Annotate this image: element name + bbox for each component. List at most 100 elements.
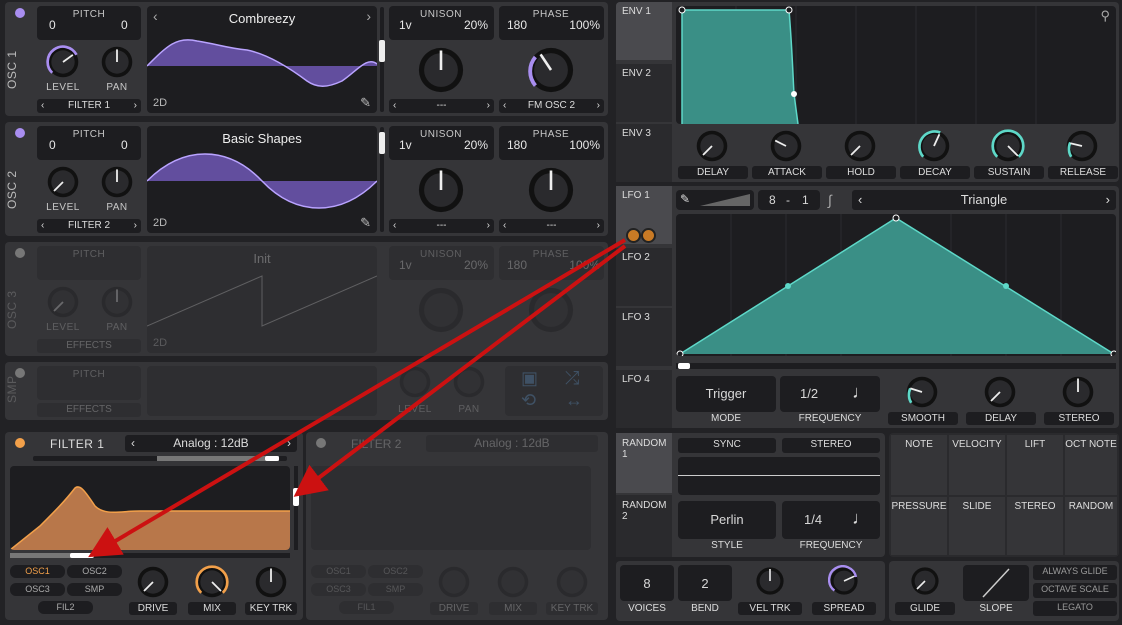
lfo-shape-select[interactable]: ‹ Triangle › (852, 190, 1116, 210)
filter2-mix-knob[interactable] (495, 564, 531, 600)
filter2-keytrack-knob[interactable] (554, 564, 590, 600)
lfo-stereo-knob[interactable] (1060, 374, 1096, 410)
envelope-display[interactable]: ⚲ (676, 6, 1116, 124)
search-icon[interactable]: ⚲ (1100, 8, 1110, 24)
osc3-unison-detune[interactable]: 20% (464, 258, 488, 272)
lfo-grid-size[interactable]: 8 - 1 (758, 190, 820, 210)
env-sustain-knob[interactable] (990, 128, 1026, 164)
osc2-pitch-box[interactable]: PITCH 0 0 (37, 126, 141, 160)
osc1-wavetable-display[interactable]: ‹ Combreezy › 2D ✎ (147, 6, 377, 113)
bounce-icon[interactable]: ↔ (565, 390, 583, 411)
osc2-phase-knob[interactable] (525, 164, 577, 216)
osc3-wavetable-name[interactable]: Init (147, 251, 377, 266)
lfo-grid-y[interactable]: 1 (802, 193, 809, 207)
mod-lift[interactable]: LIFT (1007, 435, 1063, 495)
smooth-curve-icon[interactable]: ∫ (828, 192, 832, 208)
random-display[interactable] (678, 457, 880, 495)
mod-pressure[interactable]: PRESSURE (891, 497, 947, 555)
paint-pattern-icon[interactable] (700, 194, 750, 206)
slope-display[interactable] (963, 565, 1029, 601)
osc2-phase-random[interactable]: 100% (569, 138, 600, 152)
filter2-model-select[interactable]: Analog : 12dB (426, 435, 598, 452)
env-release-knob[interactable] (1064, 128, 1100, 164)
osc2-unison-voices[interactable]: 1v (399, 138, 412, 152)
osc3-pan-knob[interactable] (99, 284, 135, 320)
random1-tab[interactable]: RANDOM 1 (616, 433, 672, 493)
sample-display[interactable] (147, 366, 377, 416)
lfo1-drag-icon[interactable] (626, 228, 660, 244)
osc3-phase-box[interactable]: PHASE 180 100% (499, 246, 604, 280)
osc1-phase-box[interactable]: PHASE 180 100% (499, 6, 604, 40)
lfo-mode-select[interactable]: Trigger (676, 376, 776, 412)
osc1-phase-random[interactable]: 100% (569, 18, 600, 32)
osc3-destination-select[interactable]: EFFECTS (37, 339, 141, 353)
osc2-phase-dest[interactable]: ‹ --- › (499, 219, 604, 233)
osc2-level-knob[interactable] (45, 164, 81, 200)
glide-knob[interactable] (909, 565, 941, 597)
mod-slide[interactable]: SLIDE (949, 497, 1005, 555)
filter1-power-button[interactable] (15, 438, 25, 448)
osc2-wavetable-name[interactable]: Basic Shapes (147, 131, 377, 146)
always-glide-button[interactable]: ALWAYS GLIDE (1033, 565, 1117, 580)
osc1-phase-value[interactable]: 180 (507, 18, 527, 32)
filter2-osc1-button[interactable]: OSC1 (311, 565, 366, 578)
osc3-phase-knob[interactable] (525, 284, 577, 336)
lfo-grid-x[interactable]: 8 (769, 193, 776, 207)
sample-options[interactable]: ▣ ⤮ ⟲ ↔ (505, 366, 603, 416)
env2-tab[interactable]: ENV 2 (616, 64, 672, 122)
loop-icon[interactable]: ⟲ (521, 390, 536, 411)
pencil-icon[interactable]: ✎ (360, 215, 371, 231)
random-frequency-select[interactable]: 1/4 ♩ (782, 501, 880, 539)
lfo-display[interactable] (676, 214, 1116, 356)
osc2-unison-box[interactable]: UNISON 1v 20% (389, 126, 494, 160)
spread-knob[interactable] (828, 565, 860, 597)
filter1-model-select[interactable]: ‹ Analog : 12dB › (125, 435, 297, 452)
osc1-pitch-semitone[interactable]: 0 (121, 18, 128, 32)
veltrk-knob[interactable] (754, 565, 786, 597)
pencil-icon[interactable]: ✎ (360, 95, 371, 111)
random-sync-button[interactable]: SYNC (678, 438, 776, 453)
osc2-destination-select[interactable]: ‹ FILTER 2 › (37, 219, 141, 233)
mod-note[interactable]: NOTE (891, 435, 947, 495)
shuffle-icon[interactable]: ⤮ (565, 368, 579, 389)
filter2-osc3-button[interactable]: OSC3 (311, 583, 366, 596)
filter1-cutoff-slider[interactable] (10, 553, 290, 558)
lfo3-tab[interactable]: LFO 3 (616, 308, 672, 366)
osc1-phase-knob[interactable] (525, 44, 577, 96)
filter1-osc2-button[interactable]: OSC2 (67, 565, 122, 578)
filter1-osc3-button[interactable]: OSC3 (10, 583, 65, 596)
random2-tab[interactable]: RANDOM 2 (616, 495, 672, 557)
lfo-phase-slider[interactable] (676, 363, 1116, 369)
lfo-delay-knob[interactable] (982, 374, 1018, 410)
osc3-level-knob[interactable] (45, 284, 81, 320)
mod-stereo[interactable]: STEREO (1007, 497, 1063, 555)
sample-destination-select[interactable]: EFFECTS (37, 403, 141, 417)
filter2-smp-button[interactable]: SMP (368, 583, 423, 596)
paint-brush-icon[interactable]: ✎ (680, 192, 690, 206)
bend-value-box[interactable]: 2 (678, 565, 732, 601)
env1-tab[interactable]: ENV 1 (616, 2, 672, 60)
mod-random[interactable]: RANDOM (1065, 497, 1117, 555)
filter1-smp-button[interactable]: SMP (67, 583, 122, 596)
lfo4-tab[interactable]: LFO 4 (616, 370, 672, 428)
osc1-level-knob[interactable] (45, 44, 81, 80)
osc3-phase-random[interactable]: 100% (569, 258, 600, 272)
filter2-fil1-button[interactable]: FIL1 (339, 601, 394, 614)
filter1-resonance-slider[interactable] (293, 466, 299, 550)
osc2-unison-detune[interactable]: 20% (464, 138, 488, 152)
env-hold-knob[interactable] (842, 128, 878, 164)
filter1-blend-slider[interactable] (33, 456, 287, 461)
osc2-wavetable-display[interactable]: Basic Shapes 2D ✎ (147, 126, 377, 233)
env-decay-knob[interactable] (916, 128, 952, 164)
osc1-pitch-octave[interactable]: 0 (49, 18, 56, 32)
osc1-phase-dest[interactable]: ‹ FM OSC 2 › (499, 99, 604, 113)
lfo-frequency-select[interactable]: 1/2 ♩ (780, 376, 880, 412)
osc2-pitch-octave[interactable]: 0 (49, 138, 56, 152)
chevron-right-icon[interactable]: › (1106, 190, 1110, 210)
osc2-pan-knob[interactable] (99, 164, 135, 200)
osc1-mode-label[interactable]: 2D (153, 97, 167, 109)
osc1-unison-detune[interactable]: 20% (464, 18, 488, 32)
osc2-unison-dest[interactable]: ‹ --- › (389, 219, 494, 233)
voices-value-box[interactable]: 8 (620, 565, 674, 601)
osc2-mode-label[interactable]: 2D (153, 217, 167, 229)
